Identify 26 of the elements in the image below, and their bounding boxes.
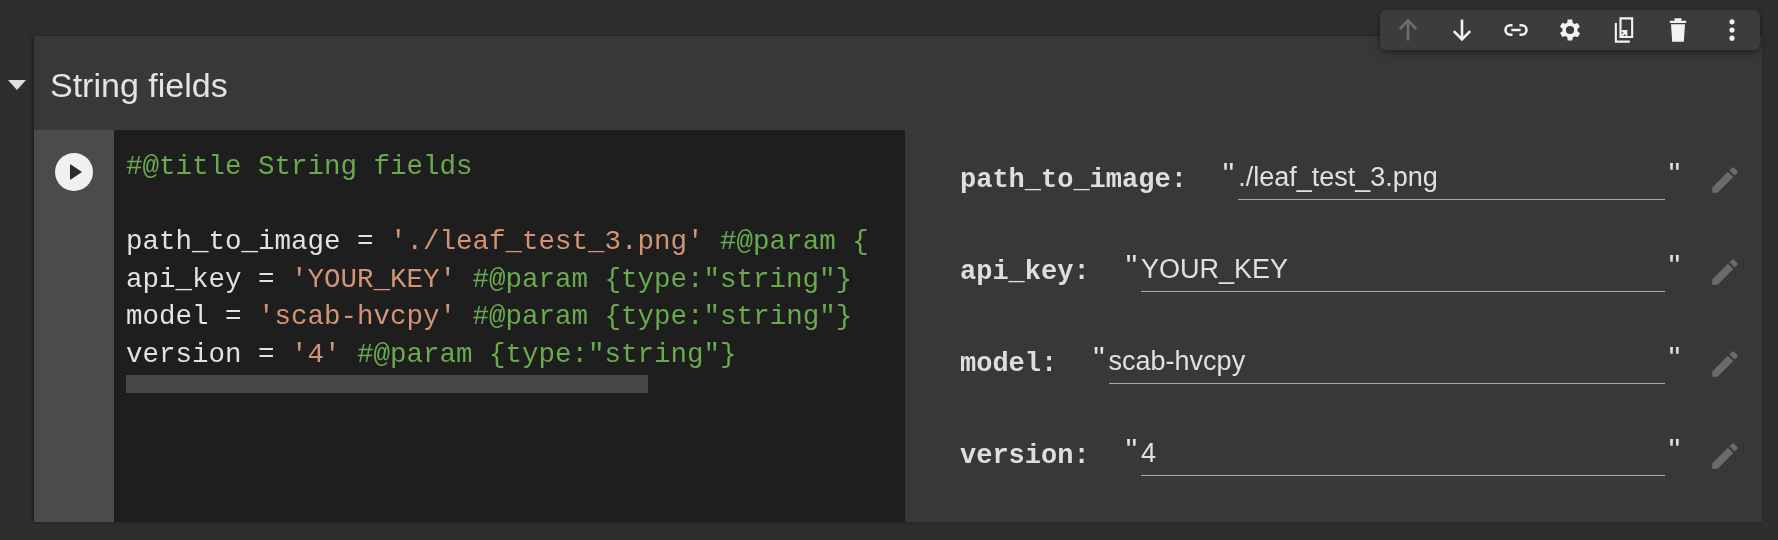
scrollbar[interactable] xyxy=(126,375,648,393)
text-field[interactable]: ./leaf_test_3.png xyxy=(1238,160,1665,200)
cell-title: String fields xyxy=(50,65,228,105)
quote-mark: " xyxy=(1667,248,1681,285)
field-label: path_to_image: xyxy=(960,165,1187,195)
code-line: version = '4' #@param {type:"string"} xyxy=(126,338,737,370)
text-field[interactable]: scab-hvcpy xyxy=(1108,344,1665,384)
quote-mark: " xyxy=(1092,340,1106,377)
run-button[interactable] xyxy=(55,153,93,191)
quote-mark: " xyxy=(1667,432,1681,469)
quote-mark: " xyxy=(1667,156,1681,193)
collapse-caret[interactable] xyxy=(8,80,26,90)
code-line: #@title String fields xyxy=(126,151,473,182)
field-label: api_key: xyxy=(960,257,1090,287)
field-label: version: xyxy=(960,441,1090,471)
text-field[interactable]: 4 xyxy=(1141,436,1665,476)
code-editor[interactable]: #@title String fields path_to_image = './leaf_test_3.png' #@param { api_key = 'YOUR_KEY' #@param {type:"string"} model = 'scab-hvcpy' #@param {type:"string"} version = '4' #@param {type:"string"} xyxy=(114,130,905,522)
text-field[interactable]: YOUR_KEY xyxy=(1141,252,1665,292)
code-line: path_to_image = './leaf_test_3.png' #@param { xyxy=(126,226,869,257)
code-line: api_key = 'YOUR_KEY' #@param {type:"string"} xyxy=(126,263,853,295)
quote-mark: " xyxy=(1221,156,1236,193)
code-line: model = 'scab-hvcpy' #@param {type:"string"} xyxy=(126,301,853,332)
quote-mark: " xyxy=(1124,432,1138,469)
quote-mark: " xyxy=(1124,248,1138,285)
field-label: model: xyxy=(960,349,1058,379)
quote-mark: " xyxy=(1667,340,1681,377)
